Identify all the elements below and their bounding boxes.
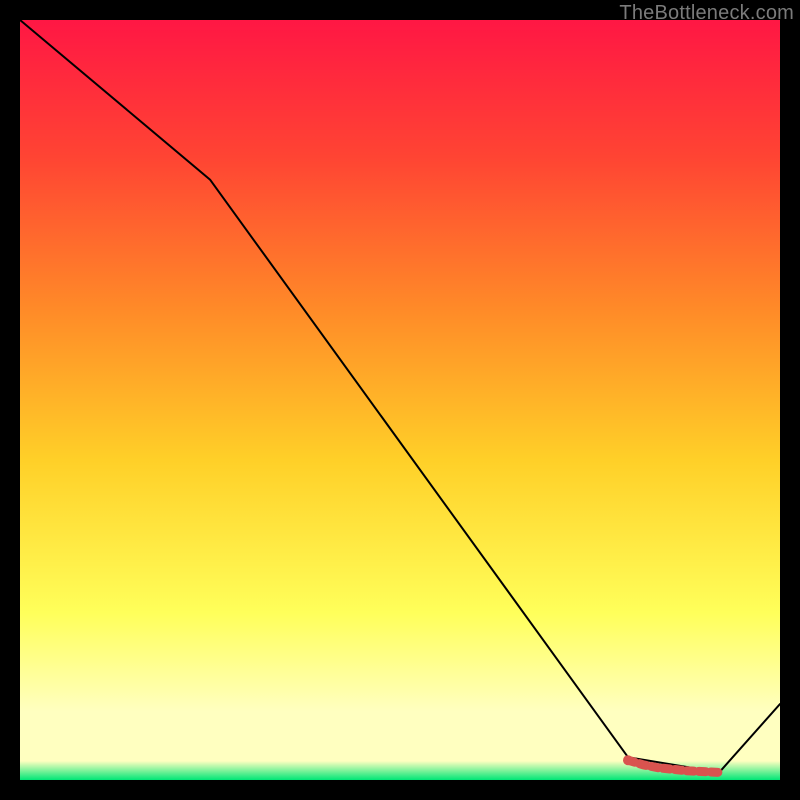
- chart-svg: [20, 20, 780, 780]
- chart-root: TheBottleneck.com: [0, 0, 800, 800]
- optimal-range-start-dot: [623, 755, 633, 765]
- gradient-bg: [20, 20, 780, 780]
- plot-area: [20, 20, 780, 780]
